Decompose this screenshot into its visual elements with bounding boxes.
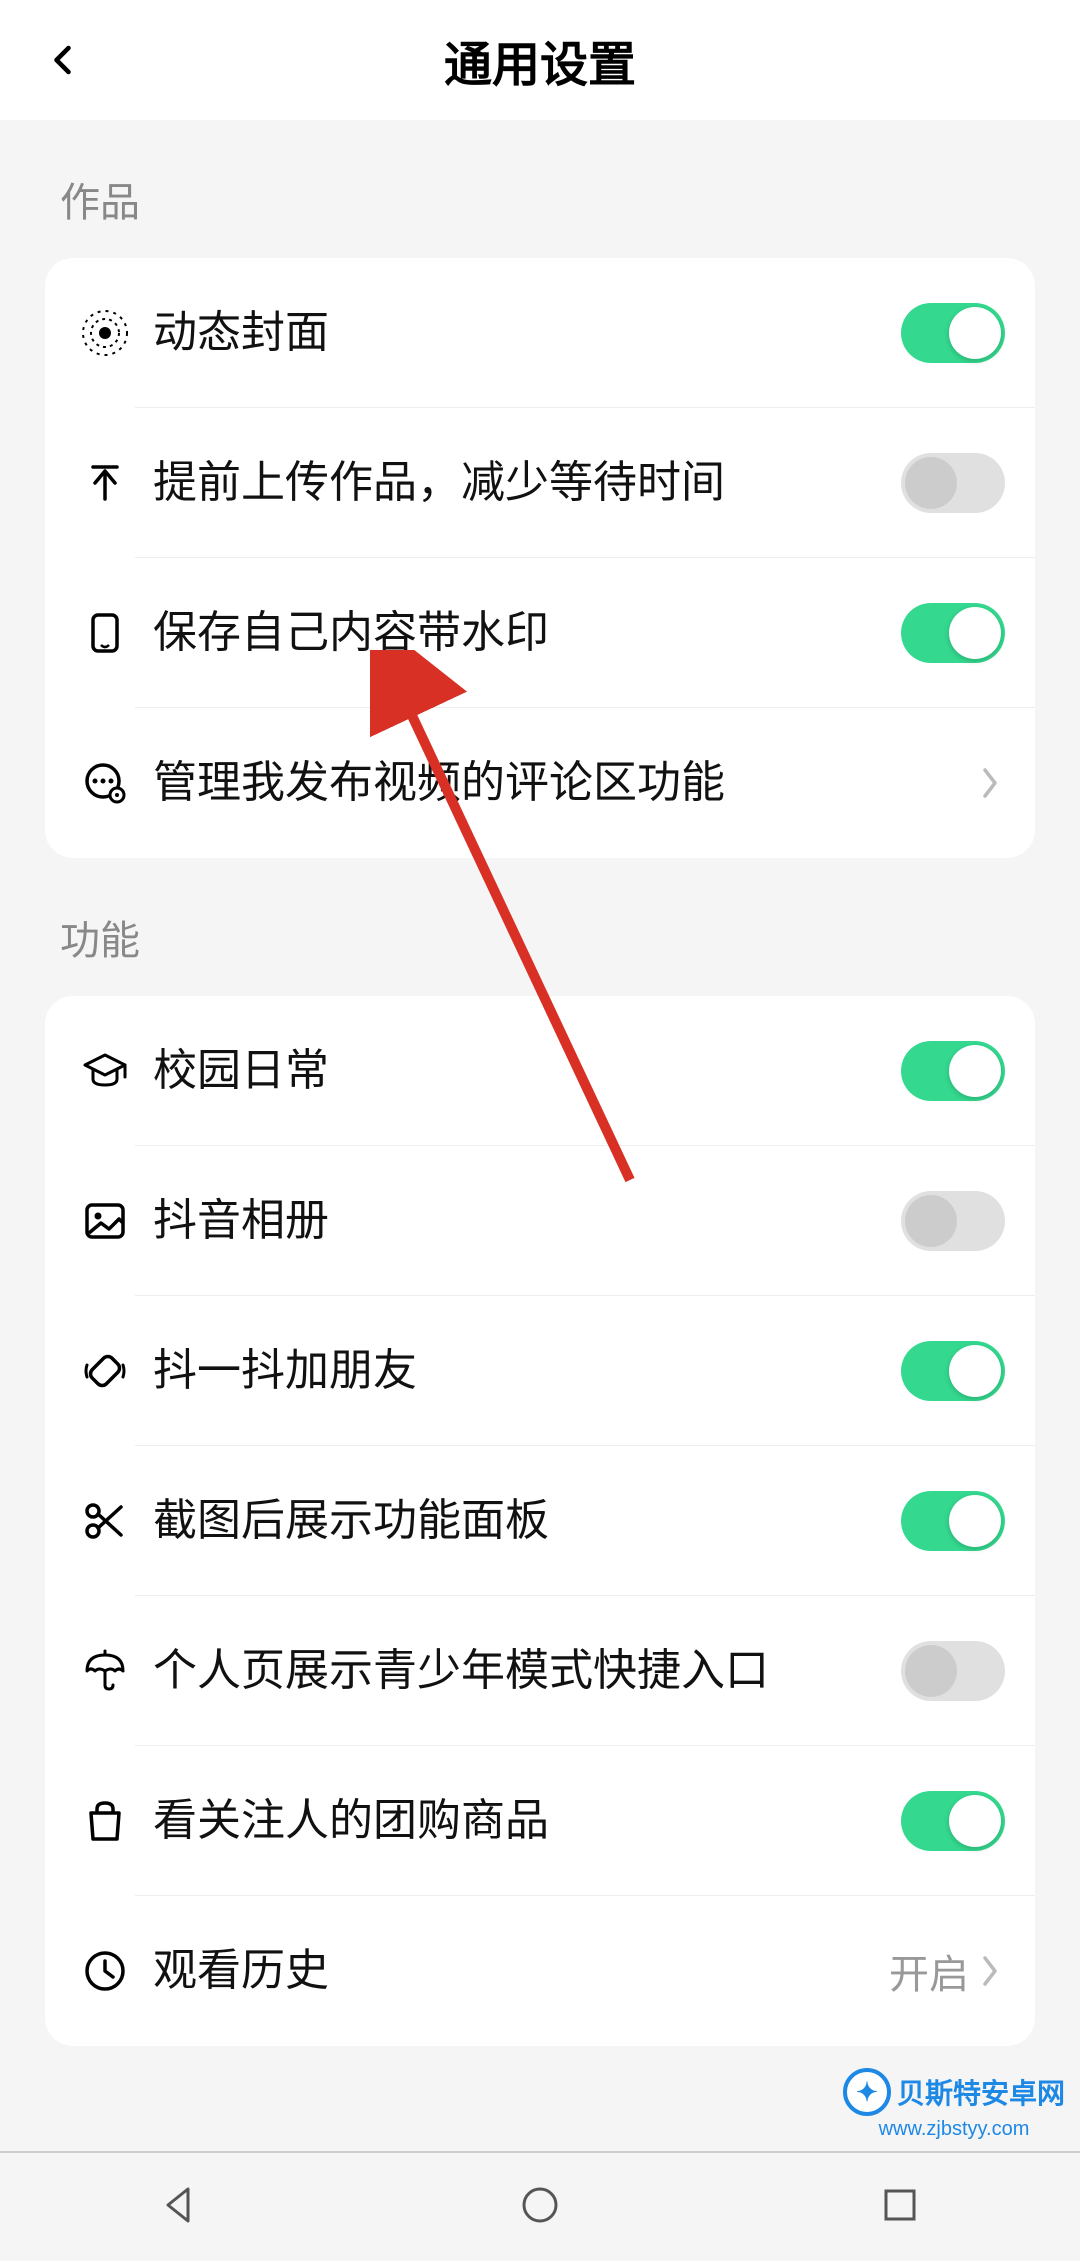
row-label: 保存自己内容带水印 bbox=[135, 604, 901, 661]
page-title: 通用设置 bbox=[444, 25, 636, 95]
back-button[interactable] bbox=[40, 36, 88, 84]
row-album[interactable]: 抖音相册 bbox=[45, 1146, 1035, 1296]
chevron-right-icon bbox=[981, 1951, 1005, 1991]
row-label: 看关注人的团购商品 bbox=[135, 1792, 901, 1849]
watermark: ✦ 贝斯特安卓网 www.zjbstyy.com bbox=[843, 2068, 1065, 2141]
toggle-campus[interactable] bbox=[901, 1041, 1005, 1101]
shopping-bag-icon bbox=[81, 1797, 129, 1845]
scissors-icon bbox=[81, 1497, 129, 1545]
phone-icon bbox=[81, 609, 129, 657]
row-label: 抖一抖加朋友 bbox=[135, 1342, 901, 1399]
chevron-right-icon bbox=[981, 763, 1005, 803]
watermark-name: 贝斯特安卓网 bbox=[897, 2072, 1065, 2112]
toggle-dynamic-cover[interactable] bbox=[901, 303, 1005, 363]
upload-icon bbox=[81, 459, 129, 507]
row-group-buy[interactable]: 看关注人的团购商品 bbox=[45, 1746, 1035, 1896]
row-preupload[interactable]: 提前上传作品，减少等待时间 bbox=[45, 408, 1035, 558]
section-label-works: 作品 bbox=[0, 120, 1080, 258]
row-label: 截图后展示功能面板 bbox=[135, 1492, 901, 1549]
row-label: 校园日常 bbox=[135, 1042, 901, 1099]
back-icon bbox=[46, 42, 82, 78]
comment-settings-icon bbox=[81, 759, 129, 807]
graduation-cap-icon bbox=[81, 1047, 129, 1095]
row-watermark[interactable]: 保存自己内容带水印 bbox=[45, 558, 1035, 708]
card-works: 动态封面 提前上传作品，减少等待时间 保存自己内容带水印 管理我发布视频的评论区… bbox=[45, 258, 1035, 858]
section-label-features: 功能 bbox=[0, 858, 1080, 996]
toggle-preupload[interactable] bbox=[901, 453, 1005, 513]
row-value: 开启 bbox=[889, 1942, 969, 2000]
shake-icon bbox=[81, 1347, 129, 1395]
nav-back-button[interactable] bbox=[158, 2183, 202, 2232]
target-icon bbox=[81, 309, 129, 357]
nav-home-button[interactable] bbox=[518, 2183, 562, 2232]
row-screenshot-panel[interactable]: 截图后展示功能面板 bbox=[45, 1446, 1035, 1596]
nav-recent-button[interactable] bbox=[878, 2183, 922, 2232]
toggle-group-buy[interactable] bbox=[901, 1791, 1005, 1851]
watermark-logo-icon: ✦ bbox=[843, 2068, 891, 2116]
header: 通用设置 bbox=[0, 0, 1080, 120]
watermark-url: www.zjbstyy.com bbox=[879, 2118, 1030, 2141]
toggle-shake[interactable] bbox=[901, 1341, 1005, 1401]
clock-icon bbox=[81, 1947, 129, 1995]
row-shake[interactable]: 抖一抖加朋友 bbox=[45, 1296, 1035, 1446]
toggle-screenshot[interactable] bbox=[901, 1491, 1005, 1551]
image-icon bbox=[81, 1197, 129, 1245]
row-campus[interactable]: 校园日常 bbox=[45, 996, 1035, 1146]
system-navbar bbox=[0, 2151, 1080, 2261]
card-features: 校园日常 抖音相册 抖一抖加朋友 截图后展示功能面板 个人页展示青少年模式快捷入… bbox=[45, 996, 1035, 2046]
row-label: 管理我发布视频的评论区功能 bbox=[135, 754, 969, 811]
row-label: 抖音相册 bbox=[135, 1192, 901, 1249]
row-label: 动态封面 bbox=[135, 304, 901, 361]
row-label: 个人页展示青少年模式快捷入口 bbox=[135, 1642, 901, 1699]
toggle-teen-mode[interactable] bbox=[901, 1641, 1005, 1701]
row-comment-management[interactable]: 管理我发布视频的评论区功能 bbox=[45, 708, 1035, 858]
row-dynamic-cover[interactable]: 动态封面 bbox=[45, 258, 1035, 408]
toggle-album[interactable] bbox=[901, 1191, 1005, 1251]
row-watch-history[interactable]: 观看历史 开启 bbox=[45, 1896, 1035, 2046]
row-label: 提前上传作品，减少等待时间 bbox=[135, 454, 901, 511]
row-label: 观看历史 bbox=[135, 1942, 889, 1999]
row-teen-mode[interactable]: 个人页展示青少年模式快捷入口 bbox=[45, 1596, 1035, 1746]
umbrella-icon bbox=[81, 1647, 129, 1695]
toggle-watermark[interactable] bbox=[901, 603, 1005, 663]
